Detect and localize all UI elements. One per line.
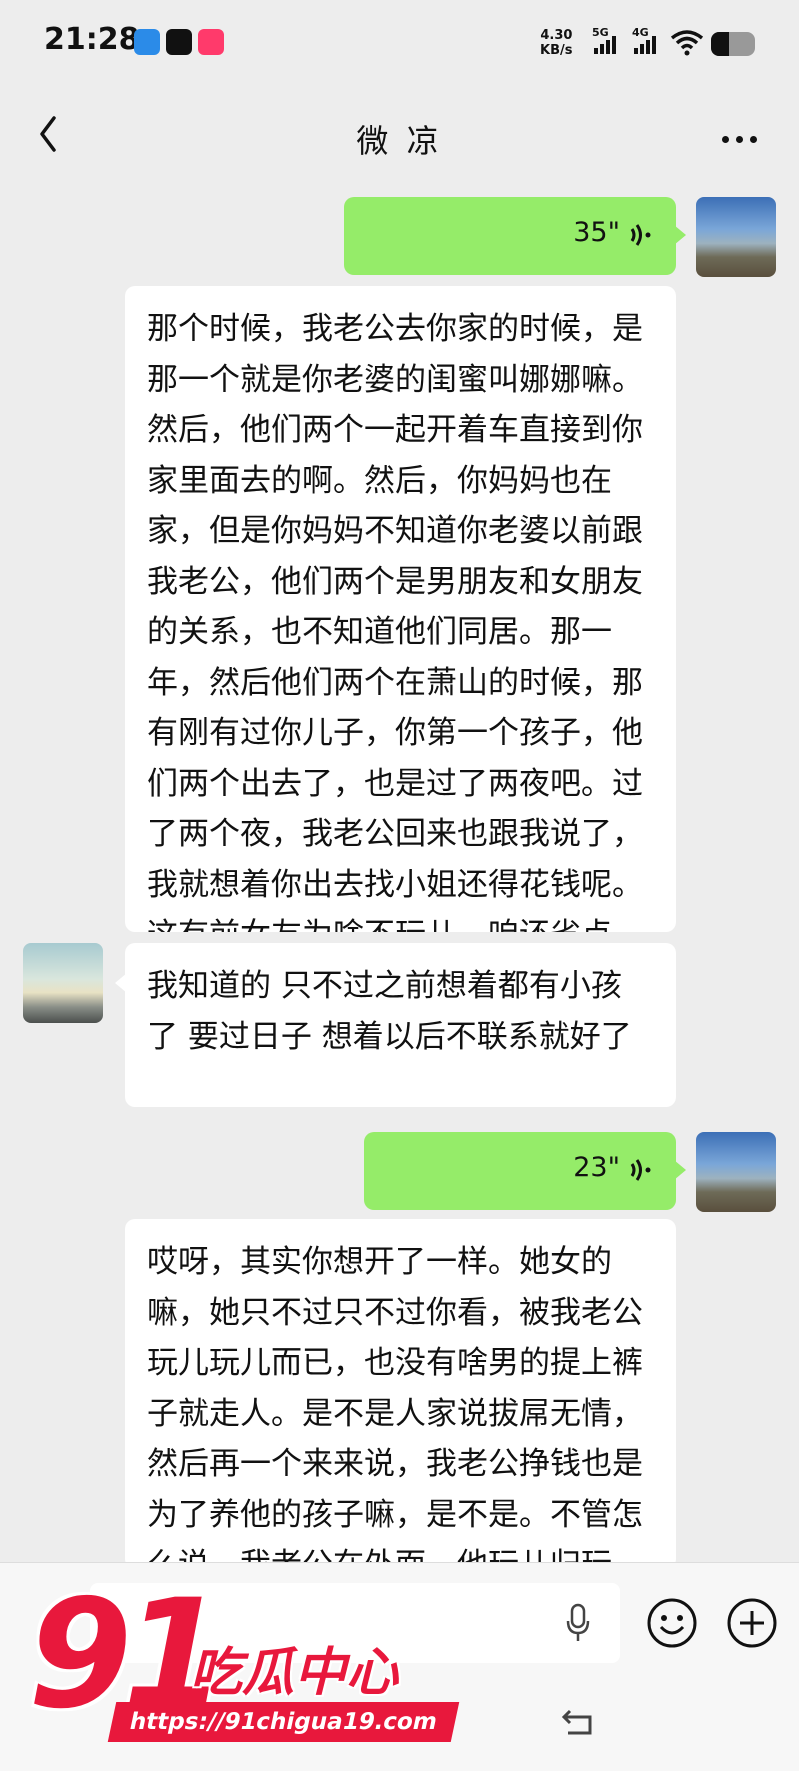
watermark-logo: 91 吃瓜中心 https://91chigua19.com (20, 1580, 460, 1760)
signal-5g-icon: 5G (592, 26, 622, 54)
signal-4g-label: 4G (632, 26, 649, 39)
watermark-url: https://91chigua19.com (107, 1702, 460, 1742)
message-text: 我知道的 只不过之前想着都有小孩了 要过日子 想着以后不联系就好了 (147, 968, 632, 1055)
more-icon[interactable] (722, 128, 764, 147)
self-avatar[interactable] (696, 197, 776, 277)
contact-avatar[interactable] (23, 943, 103, 1023)
wifi-icon (670, 30, 704, 56)
voice-duration: 35" (573, 217, 620, 248)
signal-4g-icon: 4G (632, 26, 662, 54)
status-bar: 21:28 4.30 KB/s 5G 4G (0, 0, 799, 86)
net-speed-value: 4.30 (540, 28, 573, 43)
battery-icon (711, 32, 755, 56)
net-speed: 4.30 KB/s (540, 28, 572, 58)
nav-back-icon[interactable] (560, 1701, 600, 1741)
app-store-icon (198, 29, 224, 55)
voice-wave-icon (630, 224, 651, 246)
tiktok-icon (166, 29, 192, 55)
self-avatar[interactable] (696, 1132, 776, 1212)
watermark-brand: 吃瓜中心 (190, 1643, 399, 1703)
chat-title: 微 凉 (356, 122, 443, 160)
voice-duration: 23" (573, 1152, 620, 1183)
voice-message-bubble[interactable]: 35" (344, 197, 686, 275)
app-notification-icon (134, 29, 160, 55)
emoji-icon[interactable] (646, 1597, 698, 1649)
net-speed-unit: KB/s (540, 43, 573, 58)
message-bubble: 我知道的 只不过之前想着都有小孩了 要过日子 想着以后不联系就好了 (115, 943, 676, 1107)
plus-icon[interactable] (726, 1597, 778, 1649)
chat-header: 微 凉 (0, 86, 799, 182)
status-time: 21:28 (44, 22, 140, 57)
message-bubble: 那个时候，我老公去你家的时候，是那一个就是你老婆的闺蜜叫娜娜嘛。然后，他们两个一… (125, 286, 676, 932)
mic-icon[interactable] (566, 1603, 590, 1643)
message-bubble: 哎呀，其实你想开了一样。她女的嘛，她只不过只不过你看，被我老公玩儿玩儿而已，也没… (125, 1219, 676, 1569)
signal-5g-label: 5G (592, 26, 609, 39)
voice-message-bubble[interactable]: 23" (364, 1132, 686, 1210)
voice-wave-icon (630, 1159, 651, 1181)
